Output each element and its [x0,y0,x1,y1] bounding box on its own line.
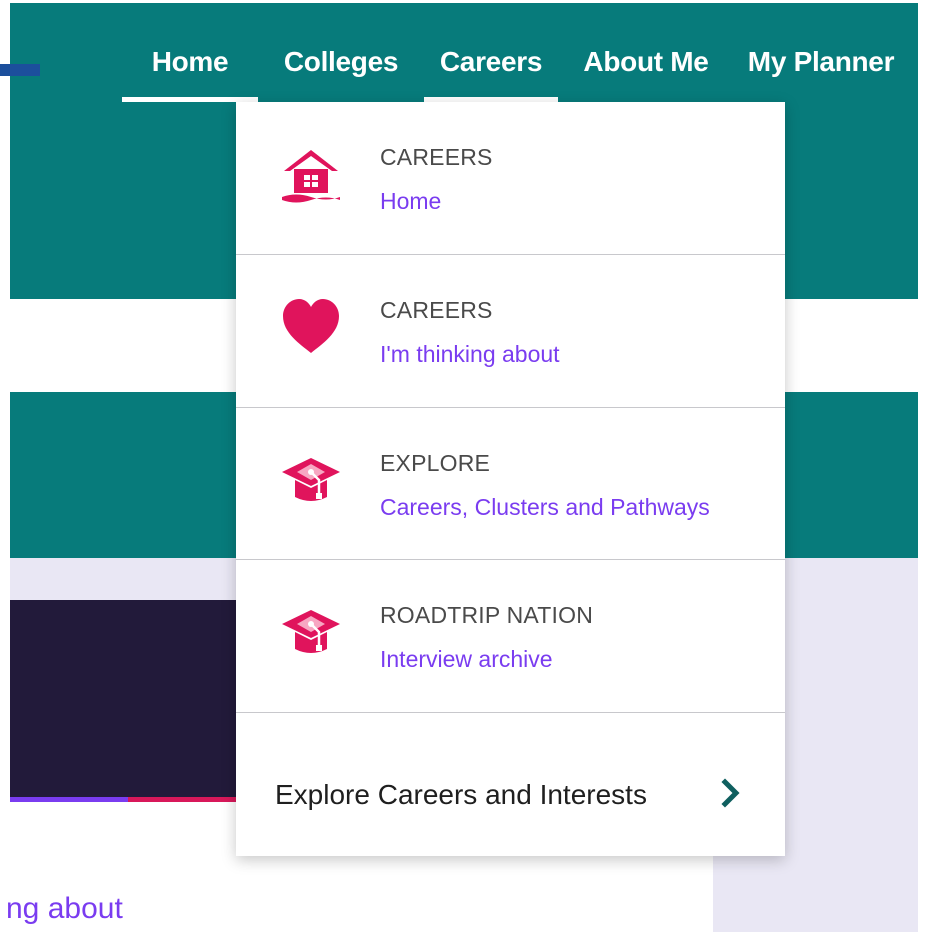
nav-about-me[interactable]: About Me [574,40,718,102]
menu-item-link[interactable]: Home [380,188,441,215]
nav-home-label: Home [151,46,229,77]
section-heading-fragment: ng about [6,892,123,925]
menu-item-explore-pathways[interactable]: EXPLORE Careers, Clusters and Pathways [236,408,785,560]
nav-careers[interactable]: Careers [424,40,558,102]
menu-item-link[interactable]: Careers, Clusters and Pathways [380,494,710,521]
house-icon [282,150,340,203]
menu-item-careers-thinking-about[interactable]: CAREERS I'm thinking about [236,255,785,408]
menu-item-link[interactable]: I'm thinking about [380,341,560,368]
explore-careers-interests-label: Explore Careers and Interests [275,779,647,810]
nav-about-me-label: About Me [583,46,709,77]
menu-item-kicker: CAREERS [380,144,493,170]
menu-item-kicker: CAREERS [380,297,493,323]
featured-card[interactable] [10,600,236,798]
menu-item-roadtrip-nation[interactable]: ROADTRIP NATION Interview archive [236,560,785,713]
nav-home[interactable]: Home [122,40,258,102]
nav-colleges-label: Colleges [283,46,399,77]
search-strip [10,299,236,392]
explore-careers-interests-link[interactable]: Explore Careers and Interests [236,713,785,856]
nav-my-planner[interactable]: My Planner [744,40,898,102]
graduation-cap-icon [282,458,340,501]
menu-item-link[interactable]: Interview archive [380,646,553,673]
nav-colleges[interactable]: Colleges [258,40,424,102]
careers-dropdown-menu: CAREERS Home CAREERS I'm thinking about … [236,102,785,856]
chevron-right-icon [721,778,740,808]
graduation-cap-icon [282,610,340,653]
nav-my-planner-label: My Planner [747,46,895,77]
logo-fragment [0,64,40,76]
menu-item-kicker: ROADTRIP NATION [380,602,593,628]
nav-careers-label: Careers [439,46,543,77]
menu-item-careers-home[interactable]: CAREERS Home [236,102,785,255]
menu-item-kicker: EXPLORE [380,450,491,476]
heart-icon [283,299,339,353]
